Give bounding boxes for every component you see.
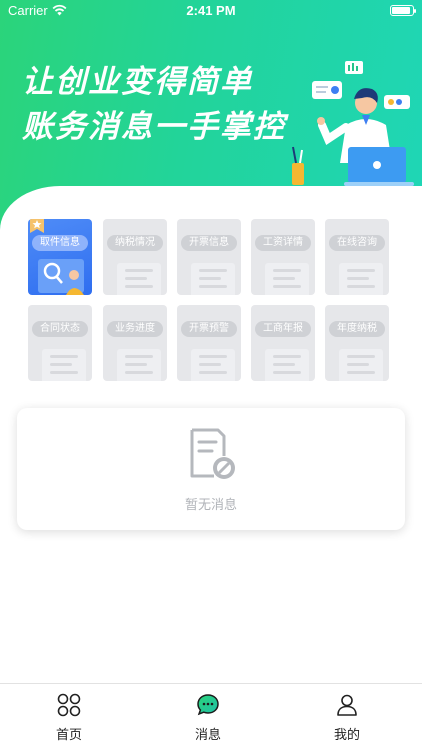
banner-headline-1: 让创业变得简单 xyxy=(22,64,253,100)
message-empty-card: 暂无消息 xyxy=(17,408,405,530)
document-placeholder-icon xyxy=(42,349,86,381)
header-banner: Carrier 2:41 PM 让创业变得简单 账务消息一手掌控 xyxy=(0,0,422,230)
service-card-label: 工资详情 xyxy=(255,235,311,251)
clock-time: 2:41 PM xyxy=(186,3,236,18)
grid-home-icon xyxy=(57,693,81,717)
battery-icon xyxy=(390,5,416,16)
chat-bubble-icon xyxy=(197,694,219,716)
service-card[interactable]: 年度纳税 xyxy=(325,305,389,381)
document-placeholder-icon xyxy=(339,263,383,295)
document-placeholder-icon xyxy=(265,263,309,295)
service-card-label: 年度纳税 xyxy=(329,321,385,337)
user-profile-icon xyxy=(337,694,357,716)
service-card[interactable]: 合同状态 xyxy=(28,305,92,381)
tab-messages-label: 消息 xyxy=(194,728,221,743)
service-card[interactable]: 业务进度 xyxy=(103,305,167,381)
service-card-label: 开票信息 xyxy=(181,235,237,251)
service-card[interactable]: 开票预警 xyxy=(177,305,241,381)
tab-home[interactable]: 首页 xyxy=(24,684,114,750)
tab-profile-label: 我的 xyxy=(333,728,360,743)
service-card-label: 纳税情况 xyxy=(107,235,163,251)
service-card[interactable]: 开票信息 xyxy=(177,219,241,295)
document-placeholder-icon xyxy=(191,349,235,381)
service-card[interactable]: 工商年报 xyxy=(251,305,315,381)
status-bar: Carrier 2:41 PM xyxy=(0,0,422,22)
document-placeholder-icon xyxy=(117,263,161,295)
banner-headline-2: 账务消息一手掌控 xyxy=(22,109,286,145)
document-placeholder-icon xyxy=(191,263,235,295)
no-message-document-icon xyxy=(190,428,235,479)
package-search-illustration xyxy=(38,259,84,295)
bottom-tab-bar: 首页 消息 我的 xyxy=(0,683,422,750)
service-card-label: 在线咨询 xyxy=(329,235,385,251)
tab-messages[interactable]: 消息 xyxy=(163,684,253,750)
service-card-label: 开票预警 xyxy=(181,321,237,337)
tab-profile[interactable]: 我的 xyxy=(302,684,392,750)
service-card[interactable]: 工资详情 xyxy=(251,219,315,295)
empty-message-text: 暂无消息 xyxy=(184,498,237,513)
service-card-label: 合同状态 xyxy=(32,321,88,337)
document-placeholder-icon xyxy=(339,349,383,381)
office-worker-illustration xyxy=(292,61,414,186)
tab-home-label: 首页 xyxy=(55,728,82,743)
document-placeholder-icon xyxy=(265,349,309,381)
service-card-label: 业务进度 xyxy=(107,321,163,337)
service-card[interactable]: 在线咨询 xyxy=(325,219,389,295)
service-card[interactable]: 纳税情况 xyxy=(103,219,167,295)
service-card-label: 工商年报 xyxy=(255,321,311,337)
document-placeholder-icon xyxy=(117,349,161,381)
service-card[interactable]: 取件信息 xyxy=(28,219,92,295)
